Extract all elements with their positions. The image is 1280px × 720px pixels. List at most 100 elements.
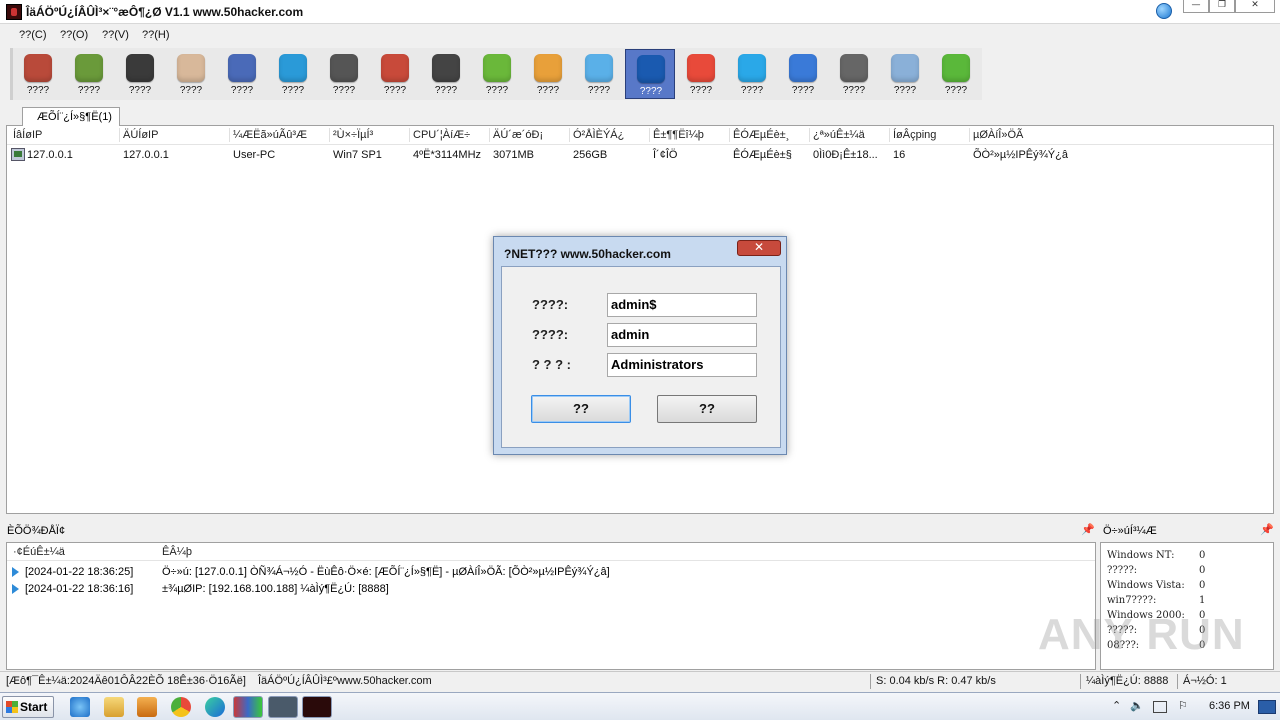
toolbar-button-label: ???? <box>179 85 203 96</box>
column-header[interactable]: ²Ù×÷ÏµÍ³ <box>333 129 373 141</box>
toolbar-button-clock[interactable]: ???? <box>421 49 471 99</box>
checklist-icon <box>891 54 919 82</box>
table-cell[interactable]: 127.0.0.1 <box>123 149 169 161</box>
toolbar-button-microphone[interactable]: ???? <box>370 49 420 99</box>
username-field[interactable]: admin$ <box>607 293 757 317</box>
file-explorer-icon[interactable] <box>104 697 124 717</box>
column-separator[interactable] <box>119 128 120 142</box>
column-separator[interactable] <box>229 128 230 142</box>
toolbar-button-globe[interactable]: ???? <box>778 49 828 99</box>
minimize-button[interactable]: — <box>1183 0 1209 13</box>
table-cell[interactable]: 127.0.0.1 <box>27 149 73 161</box>
remote-control-app-icon[interactable] <box>302 696 332 718</box>
pin-icon[interactable]: 📌 <box>1081 523 1095 536</box>
ok-button[interactable]: ?? <box>531 395 631 423</box>
internet-explorer-icon[interactable] <box>70 697 90 717</box>
network-app-icon[interactable] <box>268 696 298 718</box>
toolbar-button-label: ???? <box>77 85 101 96</box>
taskbar: Start ⌃ 🔈 ⚐ 6:36 PM <box>0 692 1280 720</box>
table-cell[interactable]: 4ºË*3114MHz <box>413 149 481 161</box>
toolbar-button-font[interactable]: ???? <box>13 49 63 99</box>
toolbar-button-calendar[interactable]: ???? <box>676 49 726 99</box>
globe-icon[interactable] <box>1156 3 1172 19</box>
column-header[interactable]: ÄÚÍøIP <box>123 129 158 141</box>
clock[interactable]: 6:36 PM <box>1209 700 1250 712</box>
menu-control[interactable]: ??(C) <box>19 29 47 41</box>
menu-options[interactable]: ??(O) <box>60 29 88 41</box>
column-header[interactable]: ÍâÍøIP <box>13 129 42 141</box>
column-header[interactable]: ÍøÂçping <box>893 129 936 141</box>
network-icon[interactable] <box>1153 701 1167 713</box>
column-separator[interactable] <box>409 128 410 142</box>
log-row[interactable]: [2024-01-22 18:36:25] Ö÷»ú: [127.0.0.1] … <box>7 564 1095 582</box>
cancel-button[interactable]: ?? <box>657 395 757 423</box>
menu-view[interactable]: ??(V) <box>102 29 129 41</box>
password-field[interactable]: admin <box>607 323 757 347</box>
toolbar-button-skype[interactable]: ???? <box>727 49 777 99</box>
column-header[interactable]: Ó²ÅÌÈÝÁ¿ <box>573 129 624 141</box>
table-cell[interactable]: 3071MB <box>493 149 534 161</box>
globe-icon <box>789 54 817 82</box>
menu-help[interactable]: ??(H) <box>142 29 170 41</box>
start-button[interactable]: Start <box>2 696 54 718</box>
speaker-icon[interactable]: 🔈 <box>1130 699 1144 712</box>
table-cell[interactable]: 0Ìì0Ð¡Ê±18... <box>813 149 878 161</box>
toolbar-button-app-store[interactable]: ???? <box>268 49 318 99</box>
column-separator[interactable] <box>329 128 330 142</box>
table-cell[interactable]: 16 <box>893 149 905 161</box>
table-cell[interactable]: 256GB <box>573 149 607 161</box>
table-cell[interactable]: ÊÓÆµÉè±§ <box>733 149 792 161</box>
column-header[interactable]: µØÀíÎ»ÖÃ <box>973 129 1023 141</box>
column-separator[interactable] <box>889 128 890 142</box>
toolbar-button-camera[interactable]: ???? <box>319 49 369 99</box>
table-cell[interactable]: ÕÒ²»µ½IPÊý¾Ý¿â <box>973 149 1068 161</box>
column-header[interactable]: Ê±¶¶Ëî¼þ <box>653 129 704 141</box>
column-header[interactable]: ¼ÆËã»úÃû³Æ <box>233 129 307 141</box>
column-separator[interactable] <box>969 128 970 142</box>
media-player-icon[interactable] <box>137 697 157 717</box>
toolbar-button-settings[interactable]: ???? <box>829 49 879 99</box>
table-cell[interactable]: Win7 SP1 <box>333 149 382 161</box>
star-icon <box>534 54 562 82</box>
status-divider <box>870 674 871 689</box>
toolbar-button-star[interactable]: ???? <box>523 49 573 99</box>
toolbar-button-drive[interactable]: ???? <box>64 49 114 99</box>
action-center-flag-icon[interactable]: ⚐ <box>1178 699 1188 712</box>
toolbar-button-terminal[interactable]: ???? <box>115 49 165 99</box>
expand-arrow-icon[interactable] <box>12 584 19 594</box>
column-header[interactable]: ÄÚ´æ´óÐ¡ <box>493 129 543 141</box>
log-row[interactable]: [2024-01-22 18:36:16] ±¾µØIP: [192.168.1… <box>7 581 1095 599</box>
toolbar-button-chat[interactable]: ???? <box>625 49 675 99</box>
log-col-time[interactable]: ·¢ÉúÊ±¼ä <box>13 546 65 558</box>
pin-icon[interactable]: 📌 <box>1260 523 1274 536</box>
table-cell[interactable]: User-PC <box>233 149 275 161</box>
show-desktop-icon[interactable] <box>1258 700 1276 714</box>
column-header[interactable]: ¿ª»úÊ±¼ä <box>813 129 865 141</box>
column-separator[interactable] <box>489 128 490 142</box>
toolbar-button-download[interactable]: ???? <box>472 49 522 99</box>
close-button[interactable]: ✕ <box>1235 0 1275 13</box>
column-header[interactable]: CPU´¦ÀíÆ÷ <box>413 129 470 141</box>
chrome-icon[interactable] <box>171 697 191 717</box>
toolbar-button-activity-monitor[interactable]: ???? <box>217 49 267 99</box>
dialog-close-button[interactable]: ✕ <box>737 240 781 256</box>
winrar-icon[interactable] <box>233 696 263 718</box>
group-field[interactable]: Administrators <box>607 353 757 377</box>
table-cell[interactable]: Î´¢ÎÖ <box>653 149 677 161</box>
maximize-button[interactable]: ❐ <box>1209 0 1235 13</box>
log-col-event[interactable]: ÊÂ¼þ <box>162 546 192 558</box>
computer-icon <box>11 148 25 161</box>
column-separator[interactable] <box>569 128 570 142</box>
edge-icon[interactable] <box>205 697 225 717</box>
expand-arrow-icon[interactable] <box>12 567 19 577</box>
tab-normal-clients[interactable]: ÆÕÍ¨¿Í»§¶Ë(1) <box>22 107 120 127</box>
column-separator[interactable] <box>649 128 650 142</box>
toolbar-button-checklist[interactable]: ???? <box>880 49 930 99</box>
column-header[interactable]: ÊÓÆµÉè±¸ <box>733 129 789 141</box>
toolbar-button-cloud[interactable]: ???? <box>574 49 624 99</box>
tray-expand-icon[interactable]: ⌃ <box>1112 699 1121 712</box>
toolbar-button-phone[interactable]: ???? <box>931 49 981 99</box>
column-separator[interactable] <box>809 128 810 142</box>
toolbar-button-calculator[interactable]: ???? <box>166 49 216 99</box>
column-separator[interactable] <box>729 128 730 142</box>
